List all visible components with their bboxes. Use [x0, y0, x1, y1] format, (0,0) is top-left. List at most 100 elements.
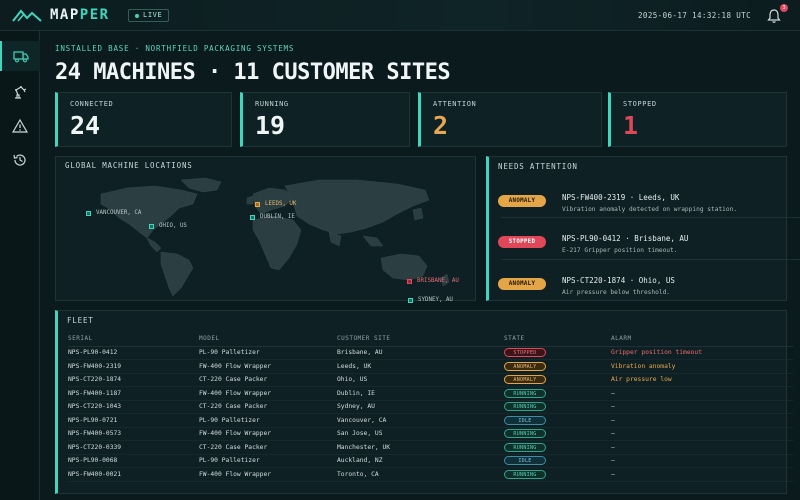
stat-label: RUNNING	[255, 100, 289, 108]
table-row[interactable]: NPS-PL90-0412 PL-90 Palletizer Brisbane, A…	[68, 346, 793, 360]
fleet-table-body: NPS-PL90-0412 PL-90 Palletizer Brisbane, A…	[68, 346, 793, 482]
top-bar: MAPPER LIVE 2025-06-17 14:32:18 UTC 3	[0, 0, 800, 31]
pin-label: VANCOUVER, CA	[96, 210, 142, 216]
state-badge: RUNNING	[504, 388, 546, 398]
model-cell: PL-90 Palletizer	[199, 346, 337, 360]
fleet-table: SERIAL MODEL CUSTOMER SITE STATE ALARM N…	[68, 331, 793, 482]
model-cell: CT-220 Case Packer	[199, 373, 337, 387]
attention-item[interactable]: STOPPED NPS-PL90-0412 · Brisbane, AU E-2…	[489, 225, 800, 267]
alarm-cell: Vibration anomaly	[611, 359, 793, 374]
site-cell: Auckland, NZ	[337, 454, 504, 468]
pin-marker-icon	[149, 223, 154, 229]
sidebar-item-alerts[interactable]	[0, 111, 40, 141]
map-pin-sydney[interactable]: SYDNEY, AU	[408, 297, 453, 303]
alarm-cell: —	[611, 413, 793, 428]
table-row[interactable]: NPS-CT220-0339 CT-220 Case Packer Manchest…	[68, 440, 793, 455]
sidebar-item-machines[interactable]	[0, 77, 40, 107]
pin-label: OHIO, US	[159, 223, 187, 229]
stat-card-stopped[interactable]: STOPPED 1	[608, 92, 787, 147]
stat-label: ATTENTION	[433, 100, 477, 108]
map-pin-leeds[interactable]: LEEDS, UK	[255, 201, 296, 207]
alarm-cell: —	[611, 440, 793, 455]
model-cell: PL-90 Palletizer	[199, 413, 337, 428]
stat-value: 2	[433, 111, 449, 140]
state-cell: ANOMALY	[504, 373, 611, 387]
history-icon	[13, 154, 26, 166]
site-cell: San Jose, US	[337, 427, 504, 441]
site-cell: Leeds, UK	[337, 359, 504, 374]
col-serial[interactable]: SERIAL	[68, 331, 199, 347]
site-cell: Ohio, US	[337, 373, 504, 387]
map-pin-dublin[interactable]: DUBLIN, IE	[250, 214, 295, 220]
clock: 2025-06-17 14:32:18 UTC	[638, 11, 752, 20]
fleet-panel: FLEET SERIAL MODEL CUSTOMER SITE STATE A…	[55, 310, 793, 494]
table-row[interactable]: NPS-CT220-1874 CT-220 Case Packer Ohio, US…	[68, 373, 793, 387]
live-indicator: LIVE	[128, 9, 170, 22]
site-cell: Dublin, IE	[337, 386, 504, 401]
state-cell: RUNNING	[504, 400, 611, 414]
col-alarm[interactable]: ALARM	[611, 331, 793, 347]
sidebar-item-history[interactable]	[0, 145, 40, 175]
attention-item-title: NPS-FW400-2319 · Leeds, UK	[562, 193, 680, 202]
mountain-logo-icon	[12, 9, 42, 22]
alarm-cell: —	[611, 427, 793, 441]
state-badge: RUNNING	[504, 429, 546, 439]
alarm-cell: Gripper position timeout	[611, 346, 793, 360]
page-eyebrow: INSTALLED BASE · NORTHFIELD PACKAGING SY…	[55, 44, 295, 53]
model-cell: FW-400 Flow Wrapper	[199, 386, 337, 401]
table-row[interactable]: NPS-PL90-0068 PL-90 Palletizer Auckland, N…	[68, 454, 793, 468]
table-row[interactable]: NPS-PL90-0721 PL-90 Palletizer Vancouver, …	[68, 413, 793, 428]
model-cell: FW-400 Flow Wrapper	[199, 359, 337, 374]
stat-label: CONNECTED	[70, 100, 114, 108]
stat-card-running[interactable]: RUNNING 19	[240, 92, 410, 147]
serial-cell: NPS-FW400-0021	[68, 467, 199, 482]
alarm-cell: —	[611, 400, 793, 414]
pin-marker-icon	[86, 210, 91, 216]
map-panel: GLOBAL MACHINE LOCATIONS VANCOUVER, CA O…	[55, 156, 476, 303]
stat-card-attention[interactable]: ATTENTION 2	[418, 92, 602, 147]
table-row[interactable]: NPS-FW400-2319 FW-400 Flow Wrapper Leeds, …	[68, 359, 793, 374]
status-badge: ANOMALY	[498, 195, 546, 207]
table-row[interactable]: NPS-FW400-0573 FW-400 Flow Wrapper San Jos…	[68, 427, 793, 441]
warning-icon	[12, 118, 28, 133]
col-state[interactable]: STATE	[504, 331, 611, 347]
notification-badge: 3	[780, 4, 788, 12]
bell-icon[interactable]	[766, 8, 782, 24]
world-map[interactable]: VANCOUVER, CA OHIO, US LEEDS, UK DUBLIN,…	[57, 172, 475, 303]
alarm-cell: —	[611, 467, 793, 482]
table-row[interactable]: NPS-CT220-1043 CT-220 Case Packer Sydney, …	[68, 400, 793, 414]
attention-item-title: NPS-CT220-1874 · Ohio, US	[562, 276, 675, 285]
state-badge: RUNNING	[504, 442, 546, 452]
table-row[interactable]: NPS-FW400-1187 FW-400 Flow Wrapper Dublin,…	[68, 386, 793, 401]
stat-card-connected[interactable]: CONNECTED 24	[55, 92, 232, 147]
attention-item[interactable]: ANOMALY NPS-FW400-2319 · Leeds, UK Vibra…	[489, 184, 800, 226]
map-pin-brisbane[interactable]: BRISBANE, AU	[407, 278, 459, 284]
table-row[interactable]: NPS-FW400-0021 FW-400 Flow Wrapper Toronto…	[68, 467, 793, 482]
state-cell: ANOMALY	[504, 359, 611, 374]
serial-cell: NPS-CT220-0339	[68, 440, 199, 455]
map-pin-vancouver[interactable]: VANCOUVER, CA	[86, 210, 141, 216]
map-pin-ohio[interactable]: OHIO, US	[149, 223, 187, 229]
pin-marker-icon	[407, 278, 412, 284]
alarm-cell: —	[611, 454, 793, 468]
model-cell: FW-400 Flow Wrapper	[199, 427, 337, 441]
state-badge: ANOMALY	[504, 361, 546, 371]
state-cell: IDLE	[504, 413, 611, 428]
sidebar-item-fleet[interactable]	[0, 41, 40, 71]
col-model[interactable]: MODEL	[199, 331, 337, 347]
status-badge: STOPPED	[498, 236, 546, 248]
stat-value: 1	[623, 111, 639, 140]
attention-item[interactable]: ANOMALY NPS-CT220-1874 · Ohio, US Air pr…	[489, 267, 800, 309]
state-cell: RUNNING	[504, 440, 611, 455]
pin-label: LEEDS, UK	[265, 201, 297, 207]
pin-marker-icon	[408, 297, 413, 303]
state-badge: RUNNING	[504, 402, 546, 412]
sidebar	[0, 31, 40, 500]
stat-value: 19	[255, 111, 286, 140]
logo[interactable]: MAPPER	[12, 7, 110, 23]
truck-icon	[13, 51, 29, 63]
map-title: GLOBAL MACHINE LOCATIONS	[65, 161, 193, 170]
col-site[interactable]: CUSTOMER SITE	[337, 331, 504, 347]
fleet-title: FLEET	[67, 316, 94, 325]
stat-label: STOPPED	[623, 100, 657, 108]
